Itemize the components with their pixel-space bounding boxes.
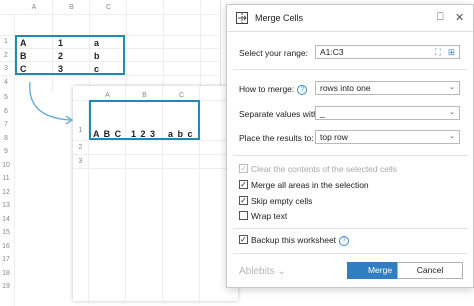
pin-icon[interactable]: ⎕ xyxy=(437,11,444,24)
place-results-select[interactable]: top row ⌄ xyxy=(315,130,460,144)
cell-c2[interactable]: b xyxy=(94,51,100,61)
backup-checkbox[interactable]: ✓ xyxy=(239,235,248,244)
row-header: 4 xyxy=(4,79,8,86)
dialog-title: Merge Cells xyxy=(255,13,304,23)
row-header: 19 xyxy=(2,283,10,290)
row-header: 17 xyxy=(2,256,10,263)
dialog-titlebar: Merge Cells ⎕ ✕ xyxy=(227,5,473,32)
row-header: 3 xyxy=(78,158,83,165)
row-header: 5 xyxy=(4,94,8,101)
column-header-a: A xyxy=(31,4,37,11)
result-sheet: A B C 1 2 3 A B C 1 2 3 a b c xyxy=(73,86,238,301)
wrap-text-checkbox[interactable] xyxy=(239,211,248,220)
row-header: 9 xyxy=(4,148,8,155)
column-header-b: B xyxy=(69,4,74,11)
row-header: 1 xyxy=(4,38,8,45)
how-to-merge-label: How to merge:? xyxy=(239,84,308,95)
close-icon[interactable]: ✕ xyxy=(455,11,464,24)
row-header: 3 xyxy=(4,65,8,72)
clear-contents-checkbox[interactable]: ✓ xyxy=(239,164,248,173)
range-input[interactable]: A1:C3 ⛶ ⊞ xyxy=(315,45,460,59)
chevron-down-icon: ⌄ xyxy=(449,133,455,140)
cell-a1[interactable]: A xyxy=(20,38,27,48)
row-header: 2 xyxy=(78,144,83,151)
cancel-button[interactable]: Cancel xyxy=(397,262,463,279)
place-results-value: top row xyxy=(320,132,348,142)
range-value: A1:C3 xyxy=(320,47,344,57)
result-cell-a1[interactable]: A B C xyxy=(93,129,122,139)
chevron-down-icon: ⌄ xyxy=(449,109,455,116)
row-header: 12 xyxy=(2,189,10,196)
cell-c1[interactable]: a xyxy=(94,38,99,48)
row-header: 11 xyxy=(2,175,10,182)
how-to-merge-select[interactable]: rows into one ⌄ xyxy=(315,81,460,95)
result-cell-c1[interactable]: a b c xyxy=(168,129,194,139)
row-header: 7 xyxy=(4,121,8,128)
how-to-merge-value: rows into one xyxy=(320,83,371,93)
wrap-text-label: Wrap text xyxy=(251,211,288,221)
divider xyxy=(233,253,467,254)
merge-cells-icon xyxy=(236,12,248,24)
ablebits-brand[interactable]: Ablebits ⌄ xyxy=(239,266,286,277)
row-header: 13 xyxy=(2,202,10,209)
select-range-icon[interactable]: ⊞ xyxy=(448,46,455,58)
merge-cells-dialog: Merge Cells ⎕ ✕ Select your range: A1:C3… xyxy=(226,4,474,288)
cell-b1[interactable]: 1 xyxy=(58,38,63,48)
backup-label: Backup this worksheet? xyxy=(251,235,350,246)
clear-contents-label: Clear the contents of the selected cells xyxy=(251,164,397,174)
divider xyxy=(233,69,467,70)
cell-c3[interactable]: c xyxy=(94,64,99,74)
row-header: 2 xyxy=(4,52,8,59)
row-header: 10 xyxy=(2,162,10,169)
row-header: 14 xyxy=(2,216,10,223)
divider xyxy=(233,155,467,156)
cell-b3[interactable]: 3 xyxy=(58,64,63,74)
cell-a3[interactable]: C xyxy=(20,64,27,74)
expand-selection-icon[interactable]: ⛶ xyxy=(435,46,441,58)
place-results-label: Place the results to: xyxy=(239,133,314,143)
range-label: Select your range: xyxy=(239,48,308,58)
row-header: 1 xyxy=(78,127,83,134)
divider xyxy=(233,228,467,229)
separator-value: _ xyxy=(320,108,325,118)
row-header: 6 xyxy=(4,108,8,115)
skip-empty-label: Skip empty cells xyxy=(251,196,313,206)
row-header: 15 xyxy=(2,229,10,236)
merge-all-areas-checkbox[interactable]: ✓ xyxy=(239,180,248,189)
column-header-c: C xyxy=(105,4,112,11)
chevron-down-icon: ⌄ xyxy=(277,266,286,277)
separator-label: Separate values with: xyxy=(239,109,321,119)
skip-empty-checkbox[interactable]: ✓ xyxy=(239,196,248,205)
help-icon[interactable]: ? xyxy=(339,235,350,246)
cell-a2[interactable]: B xyxy=(20,51,27,61)
source-sheet: A B C 1 2 3 4 A 1 a B 2 b C 3 c xyxy=(0,0,221,92)
row-header: 16 xyxy=(2,243,10,250)
merge-all-areas-label: Merge all areas in the selection xyxy=(251,180,369,190)
help-icon[interactable]: ? xyxy=(297,84,308,95)
chevron-down-icon: ⌄ xyxy=(449,84,455,91)
row-header: 8 xyxy=(4,135,8,142)
result-cell-b1[interactable]: 1 2 3 xyxy=(131,129,156,139)
separator-select[interactable]: _ ⌄ xyxy=(315,106,460,120)
row-header: 18 xyxy=(2,270,10,277)
source-selection[interactable] xyxy=(15,35,125,75)
cell-b2[interactable]: 2 xyxy=(58,51,63,61)
